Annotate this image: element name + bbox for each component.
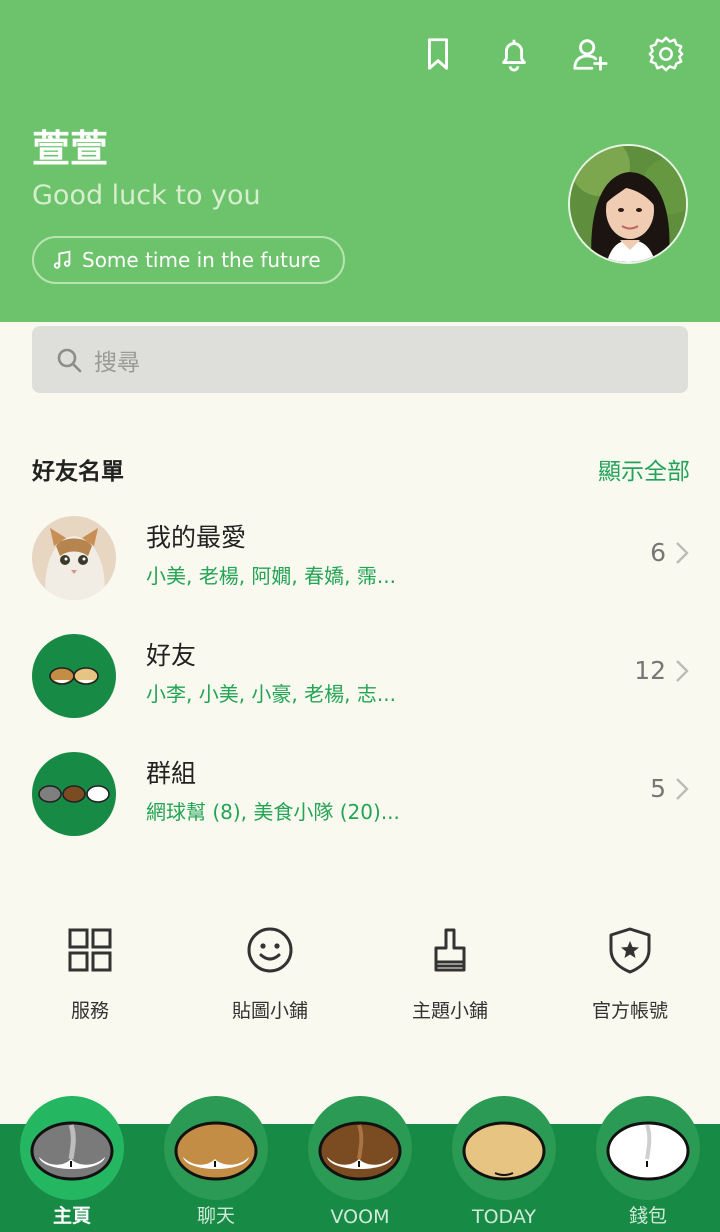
profile-avatar[interactable] bbox=[568, 144, 688, 264]
hamster-gray-icon bbox=[20, 1096, 124, 1200]
search-icon bbox=[57, 348, 82, 372]
shortcut-label: 服務 bbox=[70, 1000, 109, 1022]
friend-row-title: 我的最愛 bbox=[146, 523, 247, 552]
profile-music-label: Some time in the future bbox=[82, 248, 321, 272]
shield-star-icon bbox=[609, 927, 651, 974]
nav-label: TODAY bbox=[472, 1206, 536, 1228]
friend-row-subtitle: 小美, 老楊, 阿嫺, 春嬌, 霈... bbox=[146, 564, 396, 588]
friend-row-subtitle: 網球幫 (8), 美食小隊 (20)... bbox=[146, 800, 400, 824]
friend-row-title: 群組 bbox=[146, 759, 197, 788]
favorites-avatar bbox=[32, 516, 116, 600]
shortcut-official-accounts[interactable]: 官方帳號 bbox=[540, 924, 720, 1023]
search-placeholder: 搜尋 bbox=[94, 349, 140, 376]
bell-icon[interactable] bbox=[494, 34, 534, 74]
chevron-right-icon bbox=[676, 778, 689, 800]
friend-row-count: 5 bbox=[650, 774, 666, 803]
hamster-orange-icon bbox=[164, 1096, 268, 1200]
friend-row-count: 12 bbox=[634, 656, 666, 685]
nav-tab-home[interactable]: 主頁 bbox=[20, 1096, 124, 1232]
profile-header: 萱萱 Good luck to you Some time in the fut… bbox=[0, 0, 720, 322]
friend-row-favorites[interactable]: 我的最愛 小美, 老楊, 阿嫺, 春嬌, 霈... 6 bbox=[0, 508, 720, 608]
friend-row-groups[interactable]: 群組 網球幫 (8), 美食小隊 (20)... 5 bbox=[0, 744, 720, 844]
friends-section-title: 好友名單 bbox=[32, 459, 124, 485]
nav-tab-wallet[interactable]: 錢包 bbox=[596, 1096, 700, 1232]
profile-name[interactable]: 萱萱 bbox=[32, 118, 108, 173]
friend-row-count: 6 bbox=[650, 538, 666, 567]
brush-icon bbox=[434, 928, 466, 972]
nav-tab-chats[interactable]: 聊天 bbox=[164, 1096, 268, 1232]
profile-music-button[interactable]: Some time in the future bbox=[32, 236, 345, 284]
header-toolbar bbox=[418, 34, 686, 74]
show-all-link[interactable]: 顯示全部 bbox=[598, 452, 690, 486]
search-input[interactable]: 搜尋 bbox=[32, 326, 688, 393]
nav-label: 主頁 bbox=[52, 1205, 91, 1227]
hamster-brown-icon bbox=[308, 1096, 412, 1200]
groups-avatar bbox=[32, 752, 116, 836]
friend-row-friends[interactable]: 好友 小李, 小美, 小豪, 老楊, 志... 12 bbox=[0, 626, 720, 726]
shortcut-label: 貼圖小鋪 bbox=[231, 1000, 308, 1022]
bottom-navigation: 主頁 聊天 VOOM TODAY 錢包 bbox=[0, 1096, 720, 1232]
nav-tab-today[interactable]: TODAY bbox=[452, 1096, 556, 1232]
profile-status-message[interactable]: Good luck to you bbox=[32, 180, 261, 211]
music-note-icon bbox=[53, 250, 71, 269]
hamster-white-icon bbox=[596, 1096, 700, 1200]
smiley-icon bbox=[247, 927, 293, 973]
chevron-right-icon bbox=[676, 542, 689, 564]
nav-label: 聊天 bbox=[196, 1205, 235, 1227]
chevron-right-icon bbox=[676, 660, 689, 682]
shortcut-label: 主題小鋪 bbox=[411, 1000, 488, 1022]
friend-row-title: 好友 bbox=[146, 641, 197, 670]
add-friend-icon[interactable] bbox=[570, 34, 610, 74]
gear-icon[interactable] bbox=[646, 34, 686, 74]
bookmark-icon[interactable] bbox=[418, 34, 458, 74]
shortcut-row: 服務 貼圖小鋪 主題小鋪 官方帳號 bbox=[0, 924, 720, 1023]
hamster-cream-icon bbox=[452, 1096, 556, 1200]
friend-row-subtitle: 小李, 小美, 小豪, 老楊, 志... bbox=[146, 682, 396, 706]
shortcut-services[interactable]: 服務 bbox=[0, 924, 180, 1023]
shortcut-theme-shop[interactable]: 主題小鋪 bbox=[360, 924, 540, 1023]
grid-icon bbox=[68, 928, 112, 972]
shortcut-label: 官方帳號 bbox=[591, 1000, 668, 1022]
nav-label: VOOM bbox=[330, 1206, 390, 1228]
friends-avatar bbox=[32, 634, 116, 718]
nav-tab-voom[interactable]: VOOM bbox=[308, 1096, 412, 1232]
shortcut-sticker-shop[interactable]: 貼圖小鋪 bbox=[180, 924, 360, 1023]
nav-label: 錢包 bbox=[628, 1205, 667, 1227]
